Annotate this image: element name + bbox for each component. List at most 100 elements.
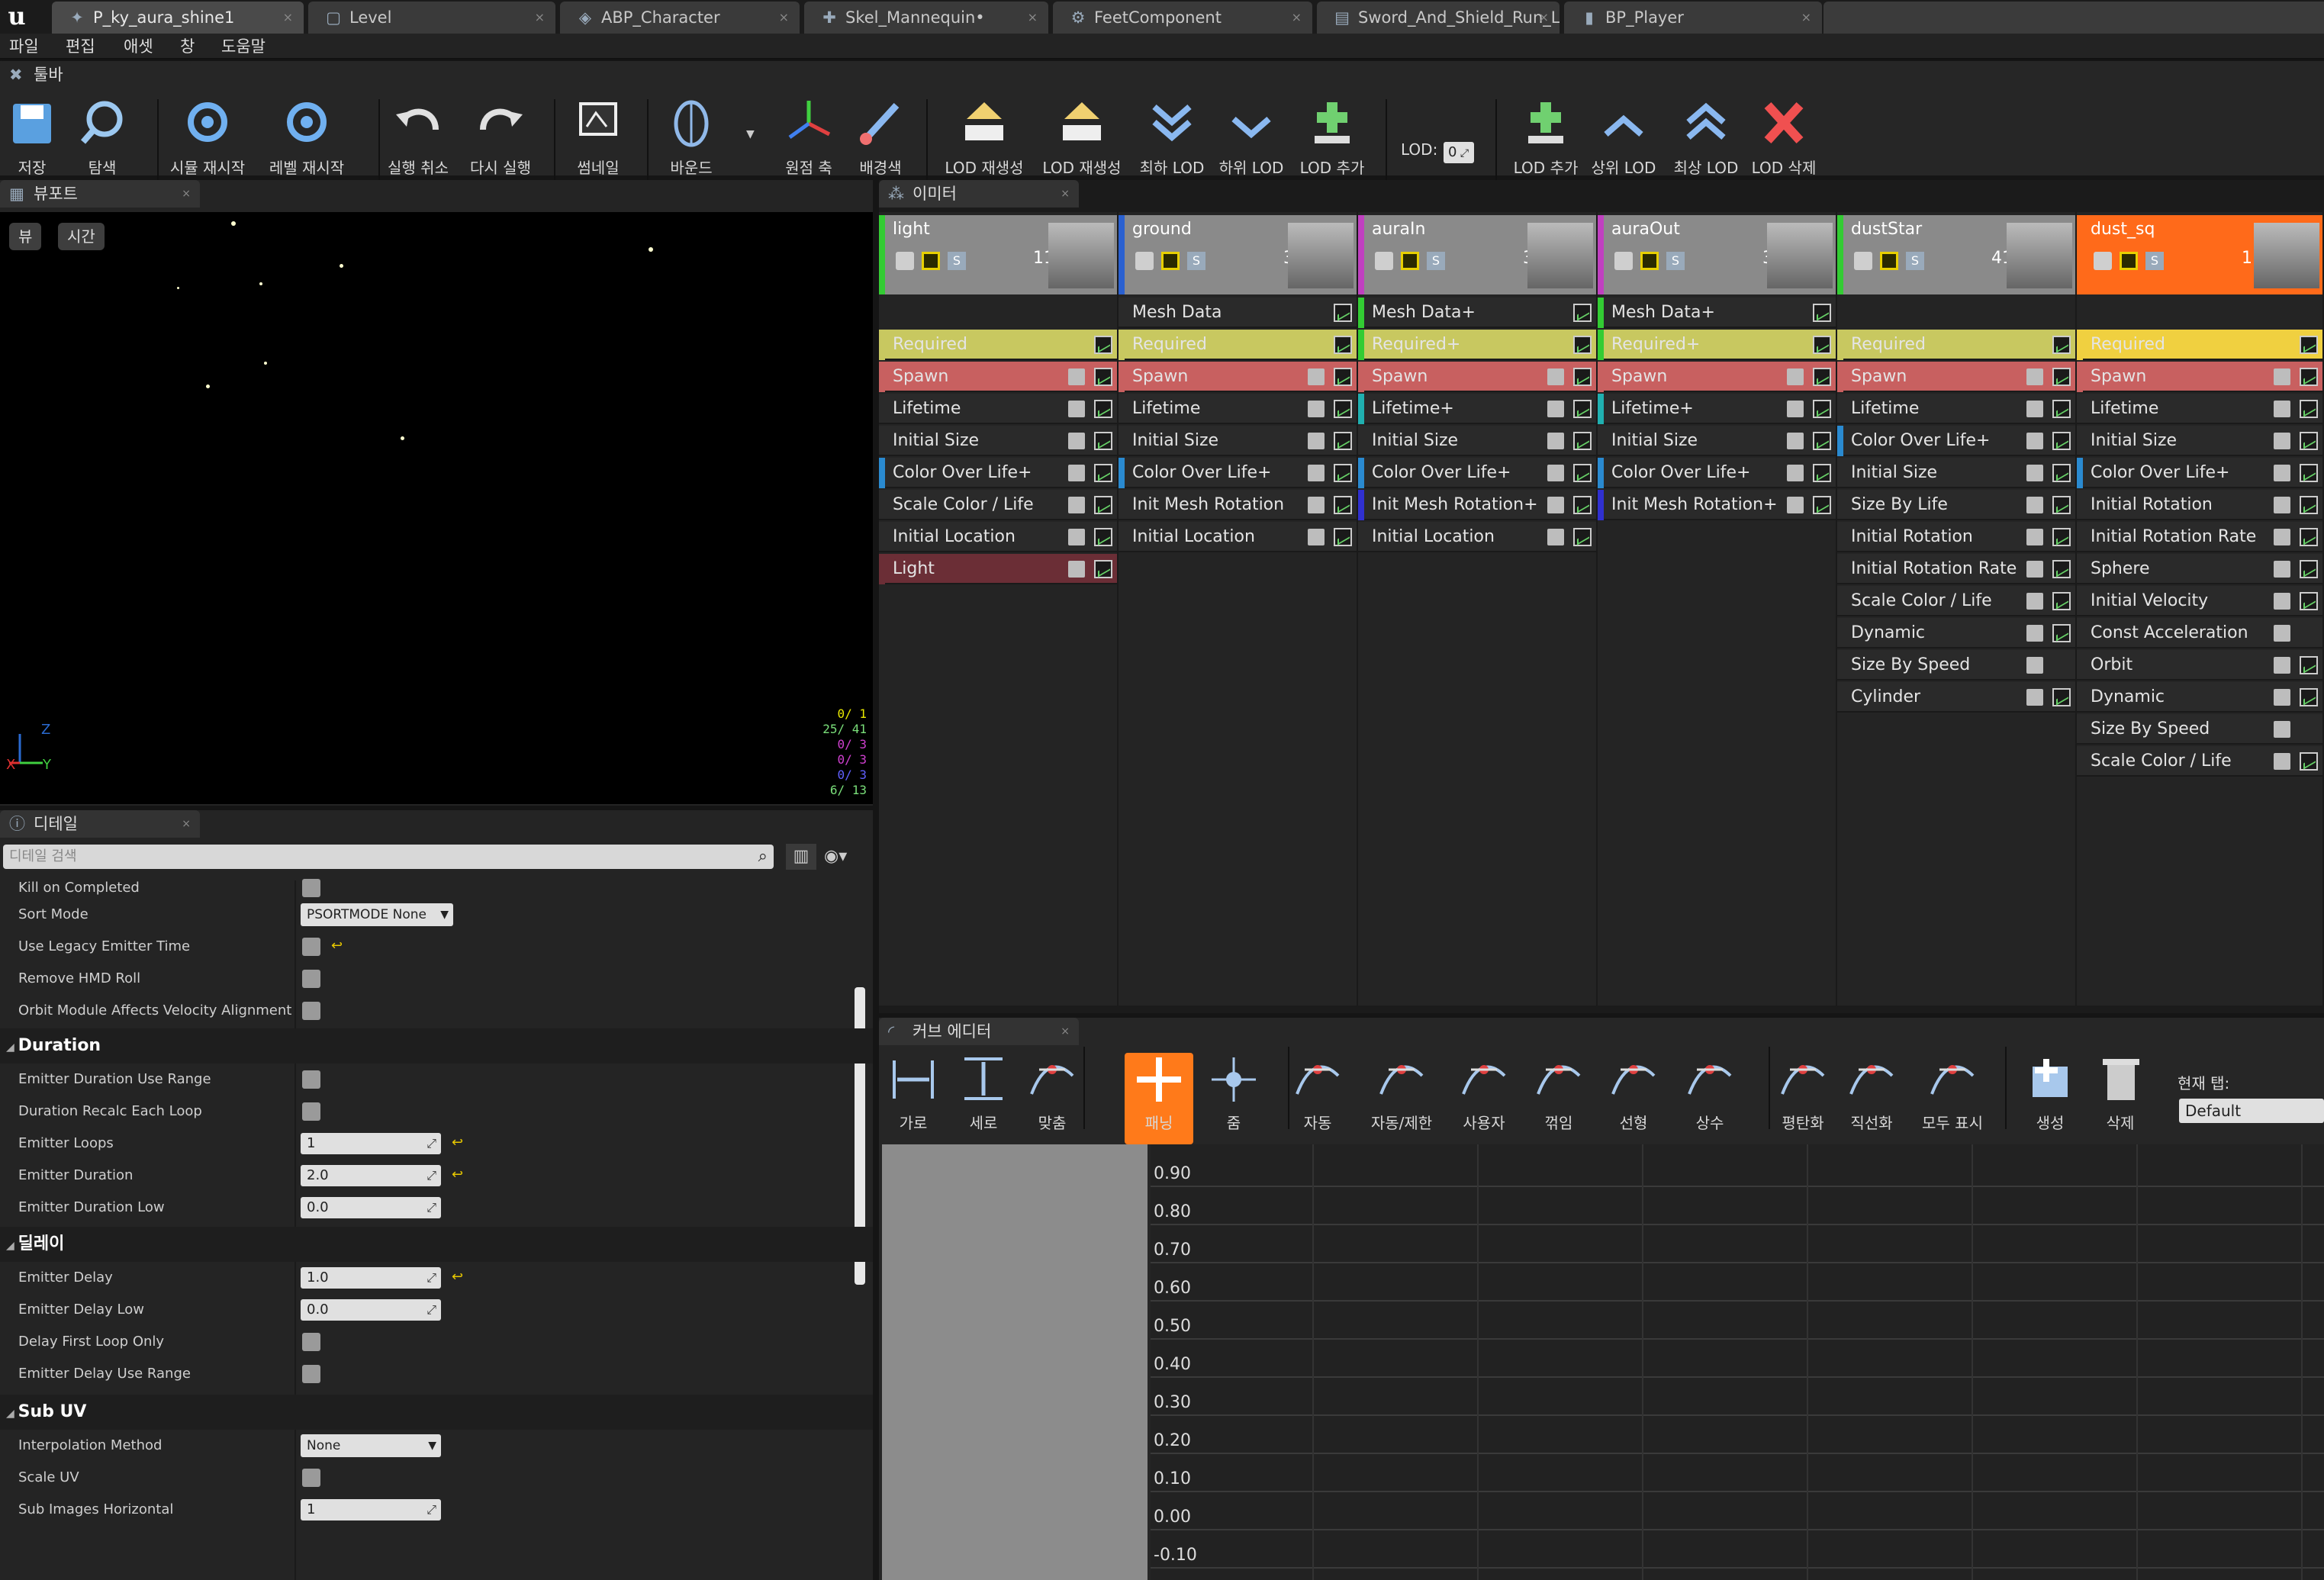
curve-tool-button-9[interactable]: 선형 bbox=[1599, 1053, 1668, 1144]
property-number-input[interactable]: 0.0 bbox=[301, 1197, 441, 1218]
emitter-module[interactable]: Spawn bbox=[1837, 362, 2075, 392]
emitter-solo-icon[interactable]: S bbox=[948, 252, 966, 270]
reset-to-default-icon[interactable]: ↩ bbox=[452, 1269, 463, 1285]
tab-close-icon[interactable]: × bbox=[1292, 2, 1302, 34]
tab-2[interactable]: ◈ ABP_Character × bbox=[560, 2, 800, 34]
menu-item-1[interactable]: 편집 bbox=[66, 34, 95, 60]
emitter-module[interactable]: Cylinder bbox=[1837, 682, 2075, 713]
emitter-enable-checkbox[interactable] bbox=[1135, 252, 1154, 270]
property-checkbox[interactable] bbox=[302, 1070, 320, 1089]
property-checkbox[interactable] bbox=[302, 1469, 320, 1487]
emitter-module[interactable]: Const Acceleration bbox=[2077, 618, 2322, 648]
emitter-render-mode-icon[interactable] bbox=[1401, 252, 1419, 270]
module-enable-checkbox[interactable] bbox=[1787, 401, 1804, 417]
module-enable-checkbox[interactable] bbox=[1068, 497, 1085, 513]
module-curve-icon[interactable] bbox=[1094, 368, 1112, 386]
module-curve-icon[interactable] bbox=[1573, 496, 1592, 514]
emitter-header[interactable]: auraOut S 3 bbox=[1598, 215, 1836, 294]
toolbar-button-1[interactable]: 탐색 bbox=[64, 96, 140, 186]
module-curve-icon[interactable] bbox=[1813, 432, 1831, 450]
toolbar-button-7[interactable]: 바운드 bbox=[653, 96, 729, 186]
emitter-header[interactable]: ground S 3 bbox=[1119, 215, 1357, 294]
curve-graph[interactable]: 0.90 0.80 0.70 0.60 0.50 0.40 0.30 0.20 0.10 0.00… bbox=[1151, 1144, 2324, 1580]
particle-viewport[interactable]: 뷰 시간 0/ 1 25/ 41 0/ 3 0/ 3 0/ 3 6/ 13 Z Y X bbox=[0, 212, 873, 804]
module-curve-icon[interactable] bbox=[1573, 304, 1592, 322]
module-enable-checkbox[interactable] bbox=[2026, 561, 2043, 578]
module-enable-checkbox[interactable] bbox=[2274, 721, 2290, 738]
menu-item-4[interactable]: 도움말 bbox=[221, 34, 266, 60]
property-checkbox[interactable] bbox=[302, 1333, 320, 1351]
property-checkbox[interactable] bbox=[302, 1365, 320, 1383]
curve-tool-button-5[interactable]: 자동 bbox=[1283, 1053, 1352, 1144]
module-curve-icon[interactable] bbox=[2300, 592, 2318, 610]
emitter-module[interactable]: Initial Rotation Rate bbox=[2077, 522, 2322, 552]
curve-tool-button-4[interactable]: 줌 bbox=[1199, 1053, 1268, 1144]
module-enable-checkbox[interactable] bbox=[1068, 529, 1085, 545]
emitter-enable-checkbox[interactable] bbox=[2094, 252, 2112, 270]
emitter-module[interactable]: Dynamic bbox=[2077, 682, 2322, 713]
emitter-module[interactable]: Required bbox=[1119, 330, 1357, 360]
module-enable-checkbox[interactable] bbox=[2274, 529, 2290, 545]
emitter-module[interactable]: Mesh Data+ bbox=[1598, 298, 1836, 328]
module-enable-checkbox[interactable] bbox=[1308, 368, 1325, 385]
property-checkbox[interactable] bbox=[302, 970, 320, 988]
module-enable-checkbox[interactable] bbox=[1308, 497, 1325, 513]
emitter-render-mode-icon[interactable] bbox=[1880, 252, 1898, 270]
emitter-module[interactable]: Size By Speed bbox=[1837, 650, 2075, 681]
module-enable-checkbox[interactable] bbox=[1787, 497, 1804, 513]
tab-5[interactable]: ▤ Sword_And_Shield_Run_L × bbox=[1317, 2, 1560, 34]
module-curve-icon[interactable] bbox=[1334, 432, 1352, 450]
module-enable-checkbox[interactable] bbox=[1547, 368, 1564, 385]
module-enable-checkbox[interactable] bbox=[1547, 465, 1564, 481]
emitter-enable-checkbox[interactable] bbox=[896, 252, 914, 270]
curve-tool-button-2[interactable]: 맞춤 bbox=[1018, 1053, 1086, 1144]
emitter-module[interactable]: Light bbox=[879, 554, 1117, 584]
emitter-module[interactable]: Required bbox=[2077, 330, 2322, 360]
module-curve-icon[interactable] bbox=[2052, 592, 2071, 610]
module-curve-icon[interactable] bbox=[1813, 400, 1831, 418]
module-enable-checkbox[interactable] bbox=[1787, 433, 1804, 449]
module-enable-checkbox[interactable] bbox=[1308, 529, 1325, 545]
toolbar-button-3[interactable]: 레벨 재시작 bbox=[269, 96, 345, 186]
emitter-module[interactable]: Initial Size bbox=[1119, 426, 1357, 456]
module-curve-icon[interactable] bbox=[2300, 656, 2318, 674]
module-curve-icon[interactable] bbox=[1094, 464, 1112, 482]
toolbar-button-2[interactable]: 시뮬 재시작 bbox=[169, 96, 246, 186]
property-dropdown[interactable]: PSORTMODE None bbox=[301, 903, 453, 926]
emitter-module[interactable]: Initial Rotation Rate bbox=[1837, 554, 2075, 584]
module-curve-icon[interactable] bbox=[1094, 528, 1112, 546]
property-checkbox[interactable] bbox=[302, 938, 320, 956]
module-enable-checkbox[interactable] bbox=[2274, 593, 2290, 610]
details-category[interactable]: 딜레이 bbox=[0, 1227, 873, 1262]
module-curve-icon[interactable] bbox=[1334, 496, 1352, 514]
module-enable-checkbox[interactable] bbox=[2274, 625, 2290, 642]
emitter-module[interactable]: Spawn bbox=[1358, 362, 1596, 392]
emitter-enable-checkbox[interactable] bbox=[1854, 252, 1872, 270]
module-enable-checkbox[interactable] bbox=[1787, 368, 1804, 385]
property-checkbox[interactable] bbox=[302, 879, 320, 897]
time-button[interactable]: 시간 bbox=[58, 223, 105, 250]
module-curve-icon[interactable] bbox=[2052, 432, 2071, 450]
module-enable-checkbox[interactable] bbox=[1068, 561, 1085, 578]
curve-tool-button-7[interactable]: 사용자 bbox=[1450, 1053, 1518, 1144]
module-enable-checkbox[interactable] bbox=[2026, 657, 2043, 674]
module-enable-checkbox[interactable] bbox=[2274, 465, 2290, 481]
module-enable-checkbox[interactable] bbox=[1308, 433, 1325, 449]
emitter-module[interactable]: Scale Color / Life bbox=[2077, 746, 2322, 777]
toolbar-button-18[interactable]: LOD 삭제 bbox=[1746, 96, 1822, 186]
tab-close-icon[interactable]: × bbox=[1061, 180, 1070, 208]
module-curve-icon[interactable] bbox=[1334, 400, 1352, 418]
view-options-eye-icon[interactable]: ◉▾ bbox=[824, 844, 870, 870]
bounds-dropdown-icon[interactable]: ▼ bbox=[746, 128, 755, 140]
module-curve-icon[interactable] bbox=[1813, 336, 1831, 354]
curve-tool-button-10[interactable]: 상수 bbox=[1675, 1053, 1744, 1144]
module-curve-icon[interactable] bbox=[2300, 432, 2318, 450]
menu-item-3[interactable]: 창 bbox=[180, 34, 195, 60]
emitter-module[interactable]: Initial Size bbox=[1358, 426, 1596, 456]
module-curve-icon[interactable] bbox=[2300, 336, 2318, 354]
module-enable-checkbox[interactable] bbox=[2026, 689, 2043, 706]
module-curve-icon[interactable] bbox=[1094, 496, 1112, 514]
emitter-solo-icon[interactable]: S bbox=[1187, 252, 1205, 270]
emitter-module[interactable]: Required bbox=[879, 330, 1117, 360]
module-enable-checkbox[interactable] bbox=[1547, 497, 1564, 513]
